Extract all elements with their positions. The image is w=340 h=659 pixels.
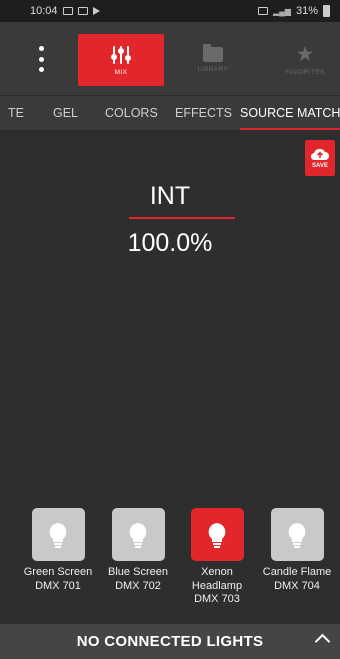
star-icon: ★ — [295, 42, 315, 66]
preset-candle-flame[interactable]: Candle Flame DMX 704 — [257, 508, 337, 593]
preset-name: Candle Flame — [262, 566, 332, 578]
subtab-colors[interactable]: COLORS — [105, 96, 158, 130]
preset-blue-screen[interactable]: Blue Screen DMX 702 — [98, 508, 178, 593]
light-bulb-icon — [208, 522, 226, 548]
subtab-label: EFFECTS — [175, 106, 232, 120]
chevron-up-icon[interactable] — [314, 633, 331, 650]
nav-tab-library-label: LIBRARY — [197, 66, 229, 73]
preset-name: Xenon Headlamp — [191, 566, 243, 592]
status-time: 10:04 — [30, 5, 58, 17]
light-bulb-icon — [129, 522, 147, 548]
intensity-value[interactable]: 100.0% — [0, 229, 340, 258]
preset-tile[interactable] — [270, 508, 324, 561]
signal-icon: ▂▄▆ — [272, 6, 291, 16]
preset-name: Blue Screen — [108, 566, 168, 578]
subtab-source-match[interactable]: SOURCE MATCH — [240, 96, 340, 130]
preset-tile[interactable] — [111, 508, 165, 561]
subtab-te[interactable]: TE — [8, 96, 24, 130]
subtab-effects[interactable]: EFFECTS — [175, 96, 232, 130]
preset-green-screen[interactable]: Green Screen DMX 701 — [18, 508, 98, 593]
app-bar: MIX LIBRARY ★ FAVORITES — [0, 22, 340, 95]
preset-tile[interactable] — [190, 508, 244, 561]
folder-icon — [203, 44, 223, 62]
sliders-icon — [111, 45, 131, 64]
intensity-divider — [129, 217, 235, 219]
save-label: SAVE — [312, 163, 328, 169]
preset-dmx: DMX 702 — [115, 579, 161, 592]
subtab-label: SOURCE MATCH — [240, 106, 340, 120]
alarm-icon — [257, 7, 268, 15]
subtab-bar: TE GEL COLORS EFFECTS SOURCE MATCH — [0, 95, 340, 130]
connection-bar[interactable]: NO CONNECTED LIGHTS — [0, 624, 340, 659]
play-icon — [92, 7, 100, 15]
preset-dmx: DMX 703 — [194, 593, 240, 605]
preset-name: Green Screen — [23, 566, 93, 578]
battery-percent: 31% — [295, 5, 318, 17]
preset-xenon-headlamp[interactable]: Xenon Headlamp DMX 703 — [177, 508, 257, 607]
nav-tab-favorites[interactable]: ★ FAVORITES — [262, 34, 340, 86]
preset-dmx: DMX 701 — [35, 579, 81, 592]
preset-tile[interactable] — [31, 508, 85, 561]
subtab-gel[interactable]: GEL — [53, 96, 78, 130]
subtab-label: COLORS — [105, 106, 158, 120]
connection-status: NO CONNECTED LIGHTS — [76, 633, 264, 650]
nav-tab-mix[interactable]: MIX — [78, 34, 164, 86]
subtab-label: TE — [8, 106, 24, 120]
active-tab-indicator — [240, 128, 340, 130]
save-button[interactable]: SAVE — [305, 140, 335, 176]
nav-tab-library[interactable]: LIBRARY — [170, 34, 256, 86]
nav-tab-favorites-label: FAVORITES — [285, 68, 325, 76]
subtab-label: GEL — [53, 106, 79, 120]
status-bar: 10:04 ▂▄▆ 31% — [0, 0, 340, 22]
intensity-label: INT — [149, 182, 191, 210]
battery-icon — [323, 5, 330, 17]
preset-dmx: DMX 704 — [274, 579, 320, 592]
more-vertical-icon[interactable] — [30, 46, 52, 72]
image-icon — [77, 7, 88, 15]
light-bulb-icon — [288, 522, 306, 548]
light-bulb-icon — [49, 522, 67, 548]
cast-icon — [62, 7, 73, 15]
nav-tab-mix-label: MIX — [114, 68, 128, 76]
cloud-upload-icon — [310, 148, 329, 161]
